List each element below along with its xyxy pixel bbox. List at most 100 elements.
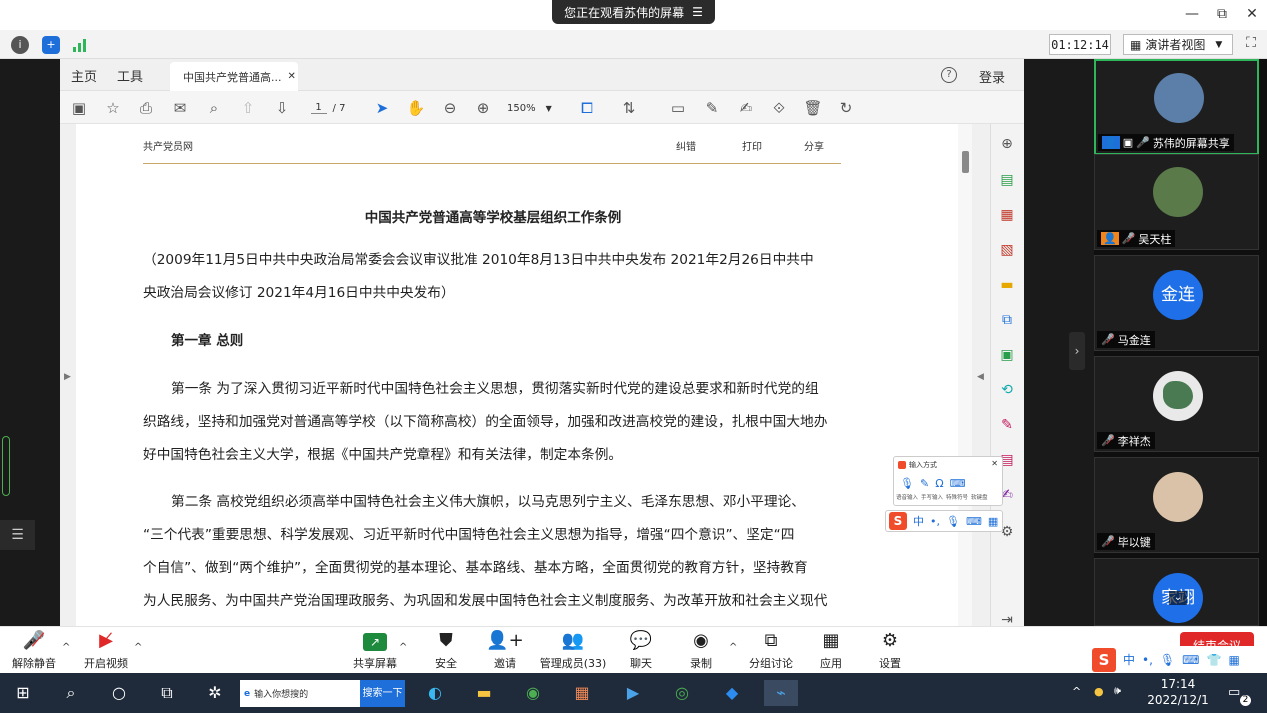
ime-opt-keyboard[interactable]: 软键盘 <box>971 493 988 501</box>
ime-tray[interactable]: S 中 •, 🎙 ⌨ 👕 ▦ <box>1089 646 1267 673</box>
mail-icon[interactable]: ✉ <box>170 98 190 118</box>
zoom-in-icon[interactable]: ⊕ <box>473 98 493 118</box>
fit-page-icon[interactable]: ⧠ <box>577 98 597 118</box>
sign-icon[interactable]: ✍ <box>736 98 756 118</box>
page-down-icon[interactable]: ⇩ <box>272 98 292 118</box>
chevron-down-icon[interactable]: ⌄ <box>1169 591 1187 605</box>
task-view-icon[interactable]: ⧉ <box>154 680 180 706</box>
symbol-icon[interactable]: Ω <box>935 477 943 490</box>
scrollbar-thumb[interactable] <box>962 151 969 173</box>
delete-icon[interactable]: 🗑 <box>803 98 823 118</box>
security-button[interactable]: ⛊ 安全 <box>416 630 476 671</box>
page-current-input[interactable]: 1 <box>310 102 327 114</box>
folder-icon[interactable]: ▬ <box>471 680 497 706</box>
save-icon[interactable]: ▣ <box>69 98 89 118</box>
volume-icon[interactable]: 🕪 <box>1114 684 1121 698</box>
punct-icon[interactable]: •, <box>930 515 940 528</box>
invite-button[interactable]: 👤+ 邀请 <box>475 630 535 671</box>
participant-tile[interactable]: 金连 🎤̸ 马金连 <box>1094 255 1259 351</box>
search-icon[interactable]: ⌕ <box>204 98 224 118</box>
edit-pdf-icon[interactable]: ▣ <box>997 345 1017 365</box>
help-icon[interactable]: ? <box>941 67 957 83</box>
fill-sign-icon[interactable]: ✎ <box>997 415 1017 435</box>
edge-icon[interactable]: ◐ <box>422 680 448 706</box>
close-icon[interactable]: ✕ <box>991 459 998 468</box>
feishu-icon[interactable]: ◆ <box>719 680 745 706</box>
chevron-up-icon[interactable]: ^ <box>62 642 70 653</box>
close-button[interactable]: ✕ <box>1240 6 1264 24</box>
notification-icon[interactable]: ▭ <box>1228 685 1240 700</box>
zoom-out-icon[interactable]: ⊖ <box>440 98 460 118</box>
ime-toolbar[interactable]: S 中 •, 🎙 ⌨ ▦ <box>885 510 1003 532</box>
shield-icon[interactable]: + <box>42 36 60 54</box>
keyboard-icon[interactable]: ⌨ <box>950 477 966 490</box>
start-video-button[interactable]: ▶̸ 开启视频 <box>76 630 136 671</box>
network-icon[interactable]: ● <box>1094 685 1104 698</box>
ime-opt-voice[interactable]: 语音输入 <box>896 493 918 501</box>
browser-360-icon[interactable]: ◉ <box>520 680 546 706</box>
voice-icon[interactable]: 🎙 <box>900 477 914 490</box>
tencent-meeting-icon[interactable]: ⌁ <box>764 680 798 706</box>
mic-icon[interactable]: 🎙 <box>1160 653 1175 667</box>
share-screen-button[interactable]: ↗ 共享屏幕 <box>345 630 405 671</box>
settings-button[interactable]: ⚙ 设置 <box>860 630 920 671</box>
tab-tools[interactable]: 工具 <box>117 66 143 85</box>
minimize-button[interactable]: — <box>1180 6 1204 24</box>
participant-tile[interactable]: 🎤̸ 李祥杰 <box>1094 356 1259 452</box>
tab-document[interactable]: 中国共产党普通高... ✕ <box>170 62 298 91</box>
participant-tile[interactable]: 🎤̸ 毕以键 <box>1094 457 1259 553</box>
participant-tile[interactable]: 家翊 ⌄ <box>1094 558 1259 626</box>
participant-tile[interactable]: 👤 🎤̸ 吴天柱 <box>1094 154 1259 250</box>
tag-icon[interactable]: ⟐ <box>769 98 789 118</box>
close-tab-icon[interactable]: ✕ <box>288 71 296 82</box>
punct-icon[interactable]: •, <box>1142 653 1153 667</box>
create-pdf-icon[interactable]: ▧ <box>997 240 1017 260</box>
wechat-icon[interactable]: ◎ <box>669 680 695 706</box>
chevron-up-icon[interactable]: ^ <box>134 642 142 653</box>
view-mode-dropdown[interactable]: ▦ 演讲者视图 ▼ <box>1123 34 1233 55</box>
ime-opt-hand[interactable]: 手写输入 <box>921 493 943 501</box>
apps-button[interactable]: ▦ 应用 <box>801 630 861 671</box>
login-button[interactable]: 登录 <box>979 67 1005 86</box>
grid-icon[interactable]: ▦ <box>1228 653 1239 667</box>
comment-tool-icon[interactable]: ▬ <box>997 275 1017 295</box>
tab-home[interactable]: 主页 <box>71 66 97 85</box>
unmute-button[interactable]: 🎤̸ 解除静音 <box>4 630 64 671</box>
vertical-scrollbar[interactable] <box>958 124 972 626</box>
sharing-indicator[interactable]: 您正在观看苏伟的屏幕 ☰ <box>552 0 715 24</box>
ime-mode[interactable]: 中 <box>913 513 924 529</box>
media-player-icon[interactable]: ▶ <box>620 680 646 706</box>
signal-icon[interactable] <box>73 38 89 52</box>
chat-button[interactable]: 💬 聊天 <box>611 630 671 671</box>
taskbar-search-button[interactable]: 搜索一下 <box>360 680 405 707</box>
breakout-button[interactable]: ⧉ 分组讨论 <box>741 630 801 671</box>
keyboard-icon[interactable]: ⌨ <box>966 515 982 528</box>
hand-icon[interactable]: ✋ <box>406 98 426 118</box>
grid-icon[interactable]: ▦ <box>988 515 998 528</box>
ime-mode[interactable]: 中 <box>1123 651 1135 668</box>
participant-tile[interactable]: 👤 ▣ 🎤 苏伟的屏幕共享 <box>1094 59 1259 155</box>
info-icon[interactable]: i <box>11 36 29 54</box>
export-pdf-icon[interactable]: ▤ <box>997 170 1017 190</box>
pinwheel-app-icon[interactable]: ✲ <box>202 680 228 706</box>
chevron-right-icon[interactable]: › <box>1069 332 1085 370</box>
organize-pages-icon[interactable]: ▦ <box>997 205 1017 225</box>
taskbar-search-input[interactable]: e 输入你想搜的 <box>240 680 360 707</box>
search-icon[interactable]: ⌕ <box>58 680 84 706</box>
windows-start-icon[interactable]: ⊞ <box>10 680 36 706</box>
highlight-icon[interactable]: ✎ <box>702 98 722 118</box>
restore-button[interactable]: ⧉ <box>1210 6 1234 24</box>
mic-icon[interactable]: 🎙 <box>946 515 960 528</box>
collapse-right-icon[interactable]: ◀ <box>977 372 984 382</box>
fullscreen-icon[interactable]: ⛶ <box>1241 35 1261 55</box>
rotate-icon[interactable]: ↻ <box>836 98 856 118</box>
chevron-up-icon[interactable]: ^ <box>729 642 737 653</box>
chevron-up-icon[interactable]: ^ <box>399 642 407 653</box>
page-indicator[interactable]: 1 / 7 <box>308 98 348 118</box>
compress-icon[interactable]: ⟲ <box>997 380 1017 400</box>
chevron-up-icon[interactable]: ^ <box>1072 685 1081 698</box>
cortana-icon[interactable]: ○ <box>106 680 132 706</box>
star-icon[interactable]: ☆ <box>103 98 123 118</box>
collapse-left-icon[interactable]: ▶ <box>64 372 71 382</box>
record-button[interactable]: ◉ 录制 <box>671 630 731 671</box>
